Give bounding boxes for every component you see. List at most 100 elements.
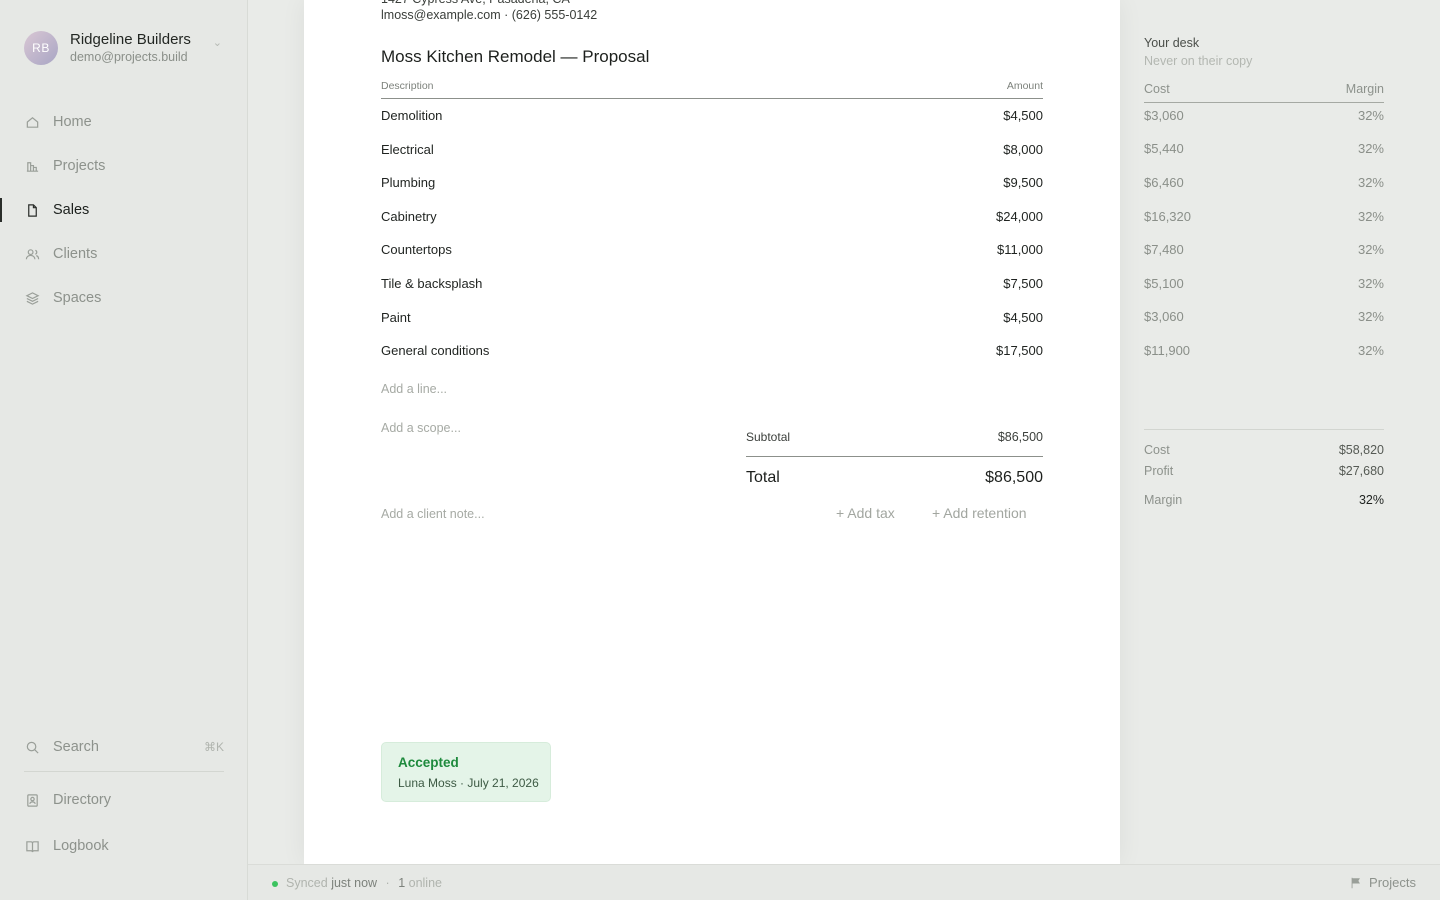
line-item-amount: $8,000 (1003, 142, 1043, 157)
add-retention-button[interactable]: + Add retention (932, 505, 1027, 521)
chevron-down-icon[interactable]: ⌄ (213, 36, 222, 49)
online-count: 1 (398, 876, 406, 890)
desk-cost: $16,320 (1144, 209, 1191, 224)
sidebar-item-logbook[interactable]: Logbook (24, 833, 224, 859)
desk-cost: $7,480 (1144, 242, 1184, 257)
desk-summary-cost: Cost $58,820 (1144, 443, 1384, 457)
line-item-row[interactable]: Demolition $4,500 (381, 108, 1043, 128)
projects-link[interactable]: Projects (1349, 875, 1416, 890)
layers-icon (24, 290, 40, 306)
search-shortcut: ⌘K (203, 740, 224, 754)
amount-column-header: Amount (1006, 80, 1043, 92)
line-items-header: Description Amount (381, 80, 1043, 99)
desk-cost: $3,060 (1144, 309, 1184, 324)
sidebar-item-clients[interactable]: Clients (0, 232, 248, 276)
projects-link-label: Projects (1369, 875, 1416, 890)
desk-margin: 32% (1357, 209, 1384, 224)
line-item-amount: $17,500 (996, 343, 1043, 358)
search-icon (24, 739, 40, 755)
accepted-detail: Luna Moss · July 21, 2026 (398, 776, 539, 790)
users-icon (24, 246, 40, 262)
sidebar-item-spaces[interactable]: Spaces (0, 276, 248, 320)
line-item-description: Tile & backsplash (381, 276, 483, 291)
sidebar-item-label: Directory (53, 792, 112, 808)
desk-row: $5,440 32% (1144, 141, 1384, 159)
home-icon (24, 114, 40, 130)
search-label: Search (53, 739, 99, 755)
sidebar-item-label: Sales (53, 202, 90, 218)
line-item-description: Plumbing (381, 175, 436, 190)
desk-cost: $6,460 (1144, 175, 1184, 190)
desk-margin: 32% (1357, 175, 1384, 190)
accepted-badge: Accepted Luna Moss · July 21, 2026 (381, 742, 551, 802)
sidebar-item-label: Home (53, 114, 92, 130)
account-switcher[interactable]: RB Ridgeline Builders demo@projects.buil… (24, 30, 224, 66)
line-item-description: Electrical (381, 142, 434, 157)
add-scope-input[interactable]: Add a scope... (381, 421, 461, 435)
summary-profit-label: Profit (1144, 464, 1174, 478)
desk-row: $3,060 32% (1144, 108, 1384, 126)
line-item-description: Paint (381, 310, 411, 325)
desk-margin: 32% (1357, 276, 1384, 291)
line-item-row[interactable]: Countertops $11,000 (381, 242, 1043, 262)
line-item-description: General conditions (381, 343, 490, 358)
line-item-row[interactable]: Cabinetry $24,000 (381, 209, 1043, 229)
line-item-row[interactable]: Electrical $8,000 (381, 142, 1043, 162)
desk-title: Your desk (1144, 36, 1200, 50)
margin-column-header: Margin (1345, 82, 1384, 96)
online-label: online (408, 876, 442, 890)
desk-margin: 32% (1357, 108, 1384, 123)
desk-row: $7,480 32% (1144, 242, 1384, 260)
bar-chart-icon (24, 158, 40, 174)
sync-status: Synced just now · 1 online (286, 876, 442, 890)
sidebar-item-home[interactable]: Home (0, 100, 248, 144)
desk-panel: Your desk Never on their copy Cost Margi… (1144, 0, 1384, 864)
flag-icon (1349, 876, 1369, 890)
desk-cost: $3,060 (1144, 108, 1184, 123)
separator-dot: · (385, 876, 390, 890)
desk-subtitle: Never on their copy (1144, 54, 1253, 68)
line-item-description: Cabinetry (381, 209, 437, 224)
line-item-amount: $24,000 (996, 209, 1043, 224)
sidebar-item-projects[interactable]: Projects (0, 144, 248, 188)
desk-cost: $5,440 (1144, 141, 1184, 156)
line-item-amount: $7,500 (1003, 276, 1043, 291)
account-email: demo@projects.build (70, 50, 188, 64)
line-item-row[interactable]: General conditions $17,500 (381, 343, 1043, 363)
contact-card-icon (24, 792, 40, 808)
line-item-row[interactable]: Plumbing $9,500 (381, 175, 1043, 195)
client-note-input[interactable]: Add a client note... (381, 507, 485, 521)
proposal-title[interactable]: Moss Kitchen Remodel — Proposal (381, 47, 649, 67)
desk-margin: 32% (1357, 141, 1384, 156)
proposal-document: 1427 Cypress Ave, Pasadena, CA lmoss@exa… (304, 0, 1120, 864)
add-tax-button[interactable]: + Add tax (836, 505, 895, 521)
sidebar-item-label: Logbook (53, 838, 109, 854)
desk-divider (1144, 429, 1384, 430)
sidebar-item-directory[interactable]: Directory (24, 787, 224, 813)
sidebar-item-label: Spaces (53, 290, 102, 306)
desk-row: $11,900 32% (1144, 343, 1384, 361)
total-label: Total (746, 469, 780, 486)
line-item-amount: $4,500 (1003, 310, 1043, 325)
summary-margin-value: 32% (1358, 493, 1384, 507)
desk-cost: $11,900 (1144, 343, 1191, 358)
desk-row: $5,100 32% (1144, 276, 1384, 294)
total-value: $86,500 (985, 469, 1043, 486)
avatar: RB (24, 31, 58, 65)
cost-column-header: Cost (1144, 82, 1170, 96)
line-item-row[interactable]: Paint $4,500 (381, 310, 1043, 330)
summary-cost-value: $58,820 (1338, 443, 1384, 457)
summary-profit-value: $27,680 (1338, 464, 1384, 478)
desk-summary-profit: Profit $27,680 (1144, 464, 1384, 478)
sidebar-item-sales[interactable]: Sales (0, 188, 248, 232)
book-icon (24, 838, 40, 854)
add-line-input[interactable]: Add a line... (381, 382, 447, 396)
line-item-description: Countertops (381, 242, 452, 257)
line-item-row[interactable]: Tile & backsplash $7,500 (381, 276, 1043, 296)
line-item-amount: $9,500 (1003, 175, 1043, 190)
search-button[interactable]: Search ⌘K (24, 734, 224, 760)
sidebar-divider (24, 771, 224, 772)
subtotal-value: $86,500 (997, 430, 1043, 444)
subtotal-label: Subtotal (746, 430, 791, 444)
status-bar: Synced just now · 1 online Projects (248, 864, 1440, 900)
